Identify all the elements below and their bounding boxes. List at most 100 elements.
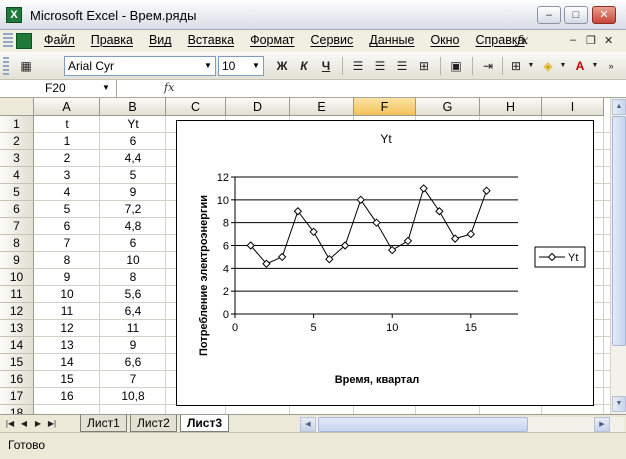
sheet-tab-3[interactable]: Лист3 [180, 415, 230, 432]
cell-B14[interactable]: 9 [100, 337, 166, 354]
menu-item-4[interactable]: Формат [250, 33, 294, 47]
vertical-scroll-thumb[interactable] [612, 116, 626, 346]
chevron-down-icon[interactable]: ▼ [558, 57, 568, 75]
cell-A7[interactable]: 6 [34, 218, 100, 235]
chevron-down-icon[interactable]: ▼ [102, 80, 110, 96]
row-header-17[interactable]: 17 [0, 388, 34, 405]
cell-B8[interactable]: 6 [100, 235, 166, 252]
underline-button[interactable]: Ч [316, 57, 336, 75]
next-sheet-icon[interactable]: ▶ [32, 417, 44, 431]
fill-color-icon[interactable]: ◈ [538, 57, 558, 75]
cell-B5[interactable]: 9 [100, 184, 166, 201]
font-size-select[interactable]: 10 ▼ [218, 56, 264, 76]
row-header-8[interactable]: 8 [0, 235, 34, 252]
insert-function-icon[interactable]: fx [164, 80, 174, 96]
column-header-E[interactable]: E [290, 98, 354, 116]
cell-B10[interactable]: 8 [100, 269, 166, 286]
chevron-down-icon[interactable]: ▼ [201, 57, 215, 75]
menu-item-5[interactable]: Сервис [310, 33, 353, 47]
cell-A9[interactable]: 8 [34, 252, 100, 269]
formula-input[interactable] [186, 80, 624, 97]
cell-B2[interactable]: 6 [100, 133, 166, 150]
excel-app-icon[interactable]: X [6, 7, 22, 23]
doc-restore-button[interactable]: ❐ [586, 34, 596, 47]
cell-A4[interactable]: 3 [34, 167, 100, 184]
last-sheet-icon[interactable]: ▶| [46, 417, 58, 431]
row-header-16[interactable]: 16 [0, 371, 34, 388]
cell-B6[interactable]: 7,2 [100, 201, 166, 218]
scroll-left-icon[interactable]: ◀ [300, 417, 316, 432]
cell-B7[interactable]: 4,8 [100, 218, 166, 235]
chevron-down-icon[interactable]: ▼ [526, 57, 536, 75]
row-header-15[interactable]: 15 [0, 354, 34, 371]
row-header-2[interactable]: 2 [0, 133, 34, 150]
column-header-G[interactable]: G [416, 98, 480, 116]
cell-A2[interactable]: 1 [34, 133, 100, 150]
menu-item-7[interactable]: Окно [430, 33, 459, 47]
menu-item-1[interactable]: Правка [91, 33, 133, 47]
cell-B12[interactable]: 6,4 [100, 303, 166, 320]
row-header-10[interactable]: 10 [0, 269, 34, 286]
minimize-button[interactable]: – [537, 6, 561, 24]
doc-minimize-button[interactable]: – [570, 34, 576, 46]
row-header-3[interactable]: 3 [0, 150, 34, 167]
column-header-F[interactable]: F [354, 98, 416, 116]
menu-item-0[interactable]: Файл [44, 33, 75, 47]
cell-A8[interactable]: 7 [34, 235, 100, 252]
font-name-select[interactable]: Arial Cyr ▼ [64, 56, 216, 76]
vertical-scrollbar[interactable]: ▲ ▼ [610, 98, 626, 414]
close-button[interactable]: ✕ [592, 6, 616, 24]
italic-button[interactable]: К [294, 57, 314, 75]
cell-A5[interactable]: 4 [34, 184, 100, 201]
menu-grip-handle[interactable] [3, 33, 13, 49]
maximize-button[interactable]: □ [564, 6, 588, 24]
borders-icon[interactable]: ⊞ [506, 57, 526, 75]
toolbar-overflow-icon[interactable]: » [604, 57, 618, 75]
worksheet-grid[interactable]: A B C D E F G H I 1 2 3 4 5 6 7 8 9 10 11 12 13 14 15 16 17 18 t Yt 1… [0, 98, 610, 414]
horizontal-scroll-thumb[interactable] [318, 417, 528, 432]
cell-B4[interactable]: 5 [100, 167, 166, 184]
cell-A13[interactable]: 12 [34, 320, 100, 337]
column-header-D[interactable]: D [226, 98, 290, 116]
menu-item-6[interactable]: Данные [369, 33, 414, 47]
cell-A1[interactable]: t [34, 116, 100, 133]
doc-close-button[interactable]: ✕ [604, 34, 613, 47]
toolbar-options-icon[interactable]: ▦ [12, 57, 40, 75]
cell-B1[interactable]: Yt [100, 116, 166, 133]
row-header-6[interactable]: 6 [0, 201, 34, 218]
merge-center-icon[interactable]: ⊞ [414, 57, 434, 75]
chevron-down-icon[interactable]: ▼ [249, 57, 263, 75]
row-header-18[interactable]: 18 [0, 405, 34, 414]
column-header-H[interactable]: H [480, 98, 542, 116]
indent-icon[interactable]: ⇥ [478, 57, 498, 75]
align-right-icon[interactable]: ☰ [392, 57, 412, 75]
toolbar-grip-handle[interactable] [3, 57, 9, 75]
column-header-I[interactable]: I [542, 98, 604, 116]
cell-A10[interactable]: 9 [34, 269, 100, 286]
chart-area[interactable]: Yt 0 2 4 6 8 10 12 0 5 10 15 Время, квартал Потреблен… [176, 120, 594, 406]
workbook-icon[interactable] [16, 33, 32, 49]
row-header-14[interactable]: 14 [0, 337, 34, 354]
name-box[interactable]: F20 [1, 80, 117, 97]
sheet-tab-1[interactable]: Лист1 [80, 415, 127, 432]
cell-B3[interactable]: 4,4 [100, 150, 166, 167]
sheet-tab-2[interactable]: Лист2 [130, 415, 177, 432]
menu-item-3[interactable]: Вставка [188, 33, 234, 47]
scroll-right-icon[interactable]: ▶ [594, 417, 610, 432]
bold-button[interactable]: Ж [272, 57, 292, 75]
column-header-B[interactable]: B [100, 98, 166, 116]
row-header-7[interactable]: 7 [0, 218, 34, 235]
cell-B17[interactable]: 10,8 [100, 388, 166, 405]
font-color-icon[interactable]: A [570, 57, 590, 75]
select-all-corner[interactable] [0, 98, 34, 116]
currency-format-icon[interactable]: ▣ [446, 57, 466, 75]
cell-A14[interactable]: 13 [34, 337, 100, 354]
row-header-12[interactable]: 12 [0, 303, 34, 320]
align-center-icon[interactable]: ☰ [370, 57, 390, 75]
column-header-C[interactable]: C [166, 98, 226, 116]
cell-A15[interactable]: 14 [34, 354, 100, 371]
cell-B16[interactable]: 7 [100, 371, 166, 388]
cell-A12[interactable]: 11 [34, 303, 100, 320]
menu-fx-icon[interactable]: ƒx [517, 33, 528, 47]
cell-A17[interactable]: 16 [34, 388, 100, 405]
